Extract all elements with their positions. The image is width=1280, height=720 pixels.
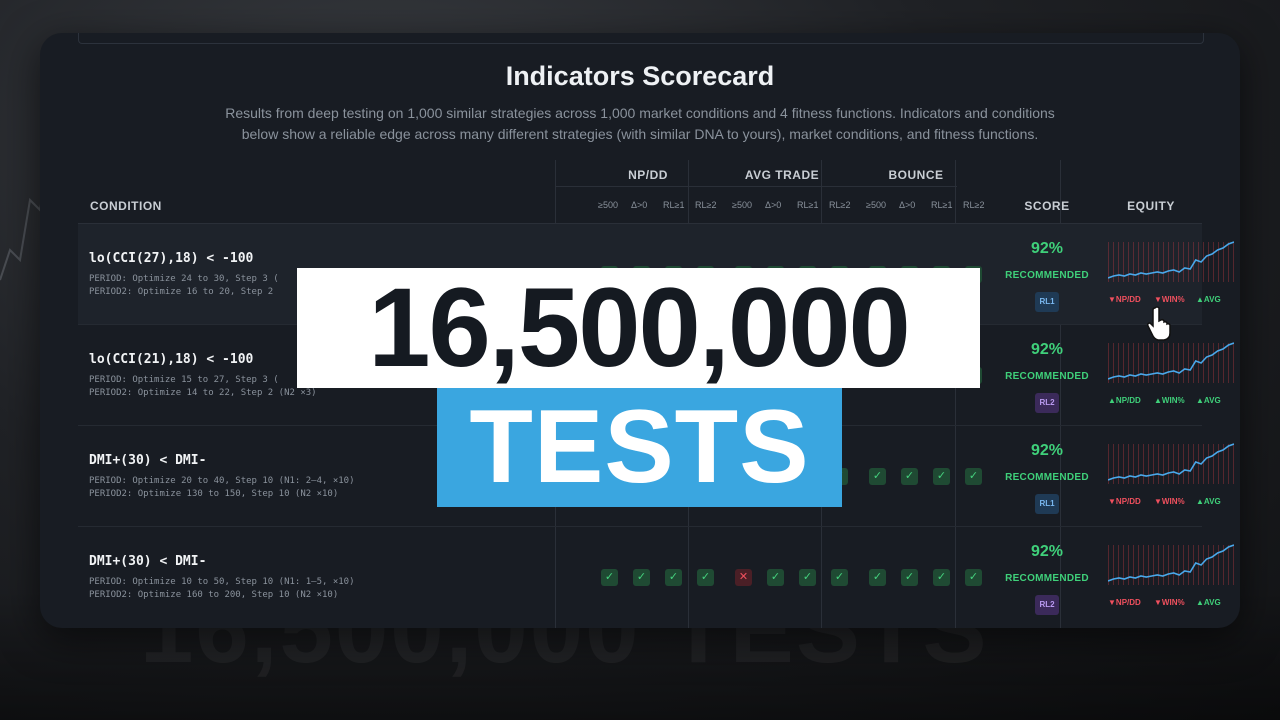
legend-npdd: ▼NP/DD bbox=[1108, 295, 1141, 304]
check-icon: ✓ bbox=[965, 569, 982, 586]
legend-avg: ▲AVG bbox=[1196, 396, 1221, 405]
check-icon: ✓ bbox=[901, 468, 918, 485]
check-icon: ✓ bbox=[767, 569, 784, 586]
table-header: CONDITION NP/DD AVG TRADE BOUNCE SCORE E… bbox=[78, 160, 1202, 224]
equity-cell[interactable]: ▼NP/DD ▼WIN% ▲AVG bbox=[1108, 527, 1234, 627]
header-equity: EQUITY bbox=[1127, 199, 1175, 213]
subtitle-line-2: below show a reliable edge across many d… bbox=[241, 126, 1039, 142]
header-bounce: BOUNCE bbox=[888, 168, 944, 182]
check-icon: ✓ bbox=[869, 569, 886, 586]
condition-text: lo(CCI(27),18) < -100 bbox=[89, 251, 254, 266]
equity-chart bbox=[1108, 241, 1234, 282]
equity-cell[interactable]: ▼NP/DD ▼WIN% ▲AVG bbox=[1108, 426, 1234, 526]
condition-param: PERIOD: Optimize 20 to 40, Step 10 (N1: … bbox=[89, 476, 355, 486]
subheader-label: Δ>0 bbox=[899, 200, 916, 210]
check-icon: ✓ bbox=[665, 569, 682, 586]
subheader-label: RL≥1 bbox=[931, 200, 953, 210]
score-recommended: RECOMMENDED bbox=[1005, 371, 1089, 382]
score-recommended: RECOMMENDED bbox=[1005, 270, 1089, 281]
condition-text: lo(CCI(21),18) < -100 bbox=[89, 352, 254, 367]
score-percent: 92% bbox=[1030, 240, 1064, 257]
panel-top-bar bbox=[78, 33, 1204, 44]
legend-win: ▼WIN% bbox=[1154, 497, 1185, 506]
legend-avg: ▲AVG bbox=[1196, 497, 1221, 506]
equity-chart bbox=[1108, 544, 1234, 585]
equity-chart bbox=[1108, 443, 1234, 484]
subheader-label: ≥500 bbox=[732, 200, 752, 210]
subheader-label: RL≥2 bbox=[695, 200, 717, 210]
condition-param: PERIOD2: Optimize 160 to 200, Step 10 (N… bbox=[89, 590, 339, 600]
header-score: SCORE bbox=[1024, 199, 1070, 213]
equity-chart bbox=[1108, 342, 1234, 383]
subheader-label: ≥500 bbox=[866, 200, 886, 210]
condition-param: PERIOD: Optimize 24 to 30, Step 3 ( bbox=[89, 274, 279, 284]
overlay-count-banner: 16,500,000 bbox=[297, 268, 980, 388]
page-subtitle: Results from deep testing on 1,000 simil… bbox=[190, 103, 1090, 145]
cross-icon: ✕ bbox=[735, 569, 752, 586]
header-condition: CONDITION bbox=[90, 199, 162, 213]
condition-param: PERIOD: Optimize 15 to 27, Step 3 ( bbox=[89, 375, 279, 385]
subheader-label: RL≥2 bbox=[963, 200, 985, 210]
condition-text: DMI+(30) < DMI- bbox=[89, 453, 207, 468]
subheader-label: RL≥2 bbox=[829, 200, 851, 210]
subheader-label: RL≥1 bbox=[797, 200, 819, 210]
subheader-label: ≥500 bbox=[598, 200, 618, 210]
score-badge: RL1 bbox=[1035, 494, 1059, 514]
page-title: Indicators Scorecard bbox=[505, 61, 775, 91]
check-icon: ✓ bbox=[831, 569, 848, 586]
score-percent: 92% bbox=[1030, 543, 1064, 560]
condition-param: PERIOD2: Optimize 16 to 20, Step 2 bbox=[89, 287, 274, 297]
check-icon: ✓ bbox=[901, 569, 918, 586]
score-percent: 92% bbox=[1030, 341, 1064, 358]
condition-param: PERIOD2: Optimize 130 to 150, Step 10 (N… bbox=[89, 489, 339, 499]
subheader-label: Δ>0 bbox=[631, 200, 648, 210]
header-npdd: NP/DD bbox=[628, 168, 668, 182]
condition-text: DMI+(30) < DMI- bbox=[89, 554, 207, 569]
check-icon: ✓ bbox=[933, 569, 950, 586]
score-badge: RL2 bbox=[1035, 393, 1059, 413]
legend-win: ▼WIN% bbox=[1154, 598, 1185, 607]
legend-npdd: ▼NP/DD bbox=[1108, 598, 1141, 607]
subheader-label: Δ>0 bbox=[765, 200, 782, 210]
condition-param: PERIOD2: Optimize 14 to 22, Step 2 (N2 ×… bbox=[89, 388, 317, 398]
score-badge: RL2 bbox=[1035, 595, 1059, 615]
overlay-tests-banner: TESTS bbox=[437, 388, 842, 507]
subheader-label: RL≥1 bbox=[663, 200, 685, 210]
check-icon: ✓ bbox=[633, 569, 650, 586]
check-icon: ✓ bbox=[933, 468, 950, 485]
score-recommended: RECOMMENDED bbox=[1005, 573, 1089, 584]
check-icon: ✓ bbox=[697, 569, 714, 586]
check-icon: ✓ bbox=[601, 569, 618, 586]
score-cell: 92% RECOMMENDED RL1 bbox=[995, 224, 1099, 324]
legend-avg: ▲AVG bbox=[1196, 598, 1221, 607]
score-cell: 92% RECOMMENDED RL2 bbox=[995, 527, 1099, 627]
hand-cursor-icon bbox=[1147, 306, 1171, 341]
check-icon: ✓ bbox=[799, 569, 816, 586]
score-recommended: RECOMMENDED bbox=[1005, 472, 1089, 483]
legend-win: ▼WIN% bbox=[1154, 295, 1185, 304]
group-divider bbox=[555, 186, 957, 187]
score-cell: 92% RECOMMENDED RL1 bbox=[995, 426, 1099, 526]
subtitle-line-1: Results from deep testing on 1,000 simil… bbox=[225, 105, 1055, 121]
legend-avg: ▲AVG bbox=[1196, 295, 1221, 304]
condition-param: PERIOD: Optimize 10 to 50, Step 10 (N1: … bbox=[89, 577, 355, 587]
header-avg-trade: AVG TRADE bbox=[744, 168, 820, 182]
score-badge: RL1 bbox=[1035, 292, 1059, 312]
check-icon: ✓ bbox=[869, 468, 886, 485]
legend-win: ▲WIN% bbox=[1154, 396, 1185, 405]
score-cell: 92% RECOMMENDED RL2 bbox=[995, 325, 1099, 425]
legend-npdd: ▼NP/DD bbox=[1108, 497, 1141, 506]
legend-npdd: ▲NP/DD bbox=[1108, 396, 1141, 405]
table-row[interactable]: DMI+(30) < DMI- PERIOD: Optimize 10 to 5… bbox=[78, 527, 1234, 627]
check-icon: ✓ bbox=[965, 468, 982, 485]
score-percent: 92% bbox=[1030, 442, 1064, 459]
